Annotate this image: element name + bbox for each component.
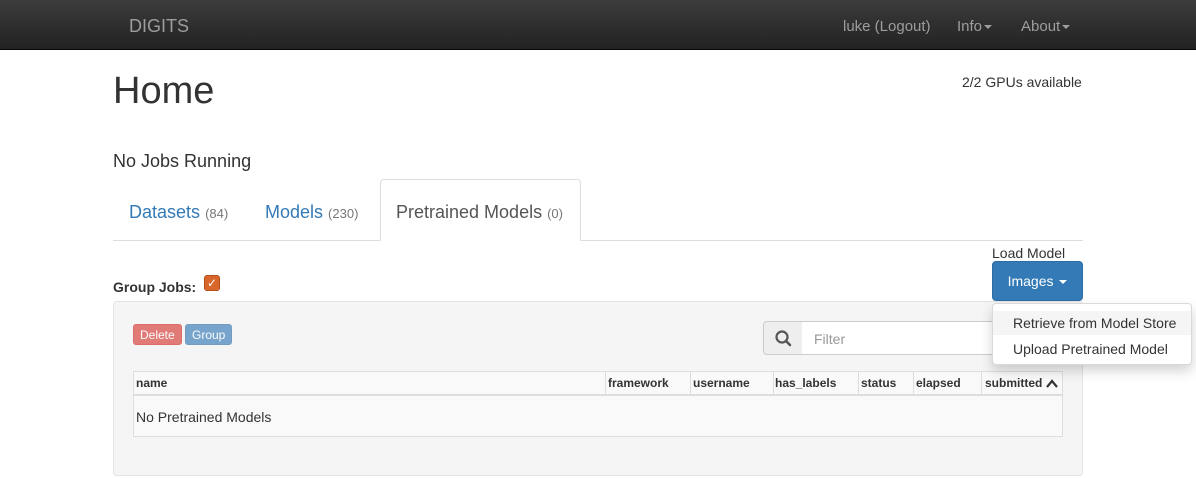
images-dropdown-button[interactable]: Images	[992, 261, 1083, 301]
tab-count: (230)	[328, 206, 359, 221]
tab-label: Pretrained Models	[396, 202, 543, 222]
column-header-framework[interactable]: framework	[608, 376, 669, 390]
group-jobs-label: Group Jobs:	[113, 279, 197, 295]
jobs-status: No Jobs Running	[113, 151, 252, 171]
tab-label: Models	[265, 202, 324, 222]
info-menu-label: Info	[957, 18, 983, 35]
column-header-submitted[interactable]: submitted	[985, 376, 1058, 390]
tabs-divider	[113, 240, 1083, 241]
menu-item-retrieve-model-store[interactable]: Retrieve from Model Store	[993, 311, 1191, 335]
about-menu[interactable]: About	[1021, 18, 1071, 35]
column-divider	[773, 372, 774, 394]
delete-button[interactable]: Delete	[133, 324, 182, 345]
column-divider	[690, 372, 691, 394]
chevron-down-icon	[984, 25, 993, 30]
brand-logo[interactable]: DIGITS	[129, 16, 189, 37]
tab-models[interactable]: Models (230)	[265, 202, 358, 223]
tab-count: (0)	[547, 206, 563, 221]
search-icon	[775, 330, 792, 347]
column-header-name[interactable]: name	[136, 376, 167, 390]
filter-input[interactable]: Filter	[802, 321, 1002, 355]
chevron-down-icon	[1059, 280, 1068, 285]
load-model-label: Load Model	[992, 245, 1066, 261]
tab-label: Datasets	[129, 202, 201, 222]
column-header-status[interactable]: status	[861, 376, 896, 390]
group-jobs-checkbox[interactable]: ✓	[204, 275, 220, 291]
tab-pretrained-models[interactable]: Pretrained Models (0)	[396, 202, 563, 223]
tab-datasets[interactable]: Datasets (84)	[129, 202, 228, 223]
column-divider	[605, 372, 606, 394]
column-divider	[858, 372, 859, 394]
empty-table-message: No Pretrained Models	[136, 409, 272, 425]
column-header-elapsed[interactable]: elapsed	[916, 376, 961, 390]
column-header-has-labels[interactable]: has_labels	[775, 376, 836, 390]
tab-count: (84)	[205, 206, 229, 221]
check-icon: ✓	[206, 276, 218, 290]
group-button[interactable]: Group	[185, 324, 233, 345]
column-divider	[913, 372, 914, 394]
table-header-line	[134, 394, 1062, 396]
column-divider	[981, 372, 982, 394]
menu-item-upload-pretrained-model[interactable]: Upload Pretrained Model	[993, 337, 1191, 361]
top-navbar: DIGITS luke (Logout) Info About	[0, 0, 1196, 50]
about-menu-label: About	[1021, 18, 1061, 35]
logout-link[interactable]: luke (Logout)	[843, 18, 931, 35]
sort-asc-icon	[1045, 379, 1058, 388]
page-title: Home	[113, 70, 215, 112]
images-button-label: Images	[1007, 273, 1054, 289]
search-addon	[763, 321, 803, 355]
gpu-status: 2/2 GPUs available	[962, 74, 1082, 90]
column-header-username[interactable]: username	[693, 376, 750, 390]
chevron-down-icon	[1062, 25, 1071, 30]
submitted-label: submitted	[985, 376, 1043, 390]
info-menu[interactable]: Info	[957, 18, 993, 35]
